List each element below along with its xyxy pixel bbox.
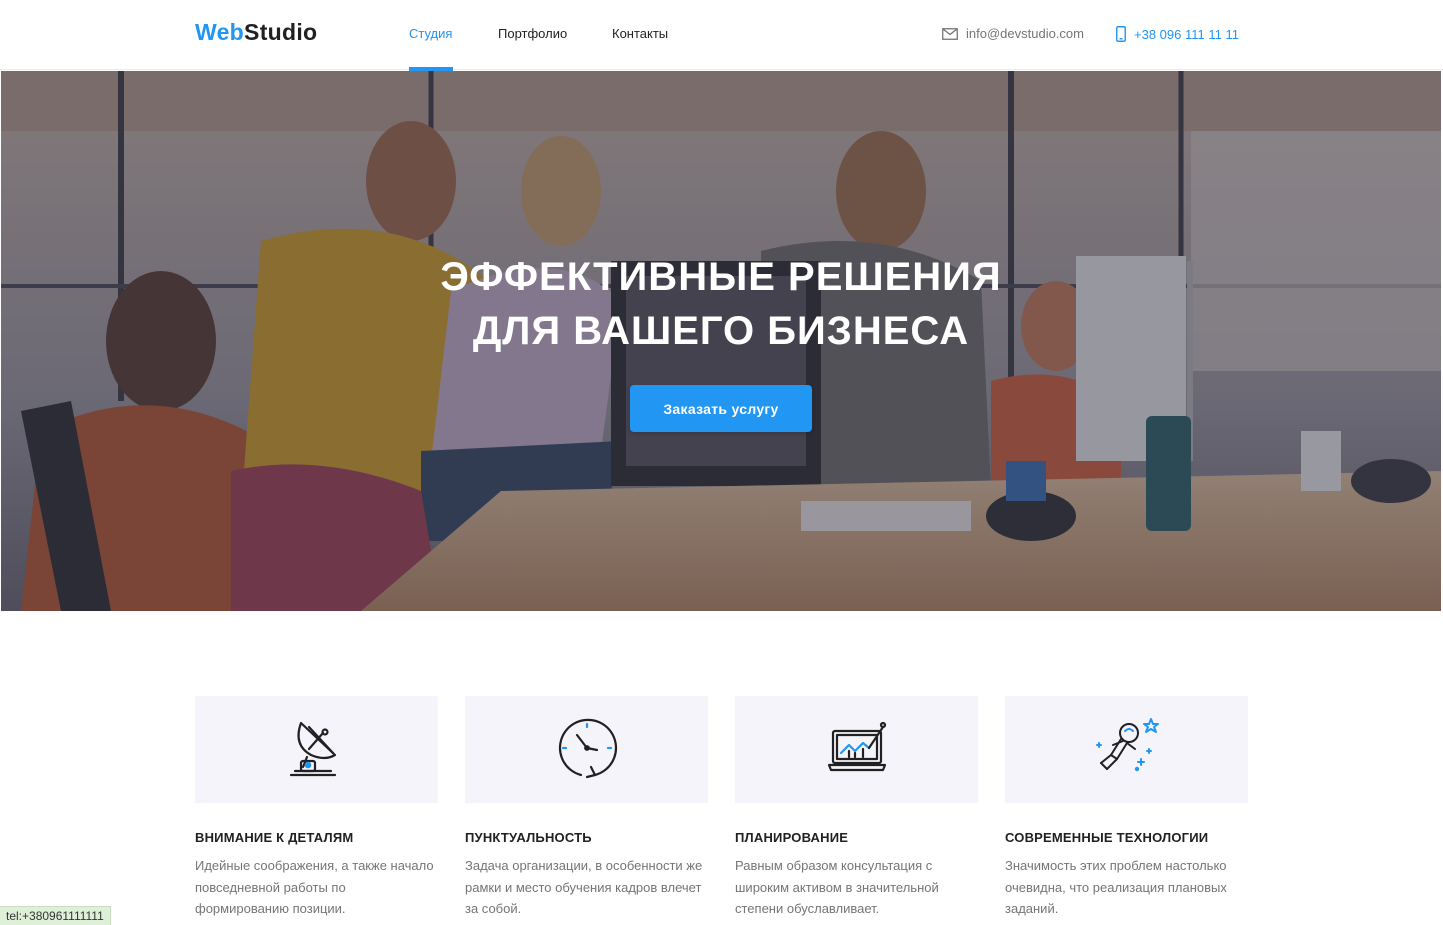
feature-text: Идейные соображения, а также начало повс… <box>195 858 434 916</box>
hero-title-line1: Эффективные решения <box>440 255 1002 299</box>
feature-icon-box <box>735 696 978 803</box>
feature-icon-box <box>1005 696 1248 803</box>
feature-card: Пунктуальность Задача организации, в осо… <box>465 696 708 920</box>
feature-icon-box <box>465 696 708 803</box>
logo-studio: Studio <box>244 19 318 45</box>
logo-web: Web <box>195 19 245 45</box>
feature-text: Равным образом консультация с широким ак… <box>735 858 939 916</box>
nav-studio[interactable]: Студия <box>409 26 452 41</box>
feature-title: Планирование <box>735 830 849 845</box>
satellite-dish-icon <box>285 715 349 784</box>
astronaut-icon <box>1091 715 1163 784</box>
hero-section: Эффективные решения для вашего бизнеса З… <box>1 71 1441 611</box>
clock-icon <box>555 715 619 784</box>
feature-card: Современные технологии Значимость этих п… <box>1005 696 1248 920</box>
feature-title: Современные технологии <box>1005 830 1209 845</box>
browser-status-bar: tel:+380961111111 <box>0 906 111 925</box>
feature-card: Внимание к деталям Идейные соображения, … <box>195 696 438 920</box>
site-header: WebStudio Студия Портфолио Контакты info… <box>0 0 1443 71</box>
feature-card: Планирование Равным образом консультация… <box>735 696 978 920</box>
feature-title: Внимание к деталям <box>195 830 354 845</box>
nav-portfolio[interactable]: Портфолио <box>498 26 567 41</box>
laptop-chart-icon <box>825 715 889 784</box>
feature-title: Пунктуальность <box>465 830 592 845</box>
mail-icon <box>942 27 958 40</box>
order-service-button[interactable]: Заказать услугу <box>630 385 812 432</box>
phone-link[interactable]: +38 096 111 11 11 <box>1116 26 1239 42</box>
hero-title-line2: для вашего бизнеса <box>472 309 970 353</box>
nav-contacts[interactable]: Контакты <box>612 26 668 41</box>
feature-icon-box <box>195 696 438 803</box>
phone-icon <box>1116 26 1126 42</box>
phone-text: +38 096 111 11 11 <box>1134 26 1239 42</box>
email-link[interactable]: info@devstudio.com <box>942 26 1084 41</box>
feature-text: Задача организации, в особенности же рам… <box>465 858 703 916</box>
email-text: info@devstudio.com <box>966 26 1084 41</box>
feature-text: Значимость этих проблем настолько очевид… <box>1005 858 1227 916</box>
logo[interactable]: WebStudio <box>195 19 317 46</box>
